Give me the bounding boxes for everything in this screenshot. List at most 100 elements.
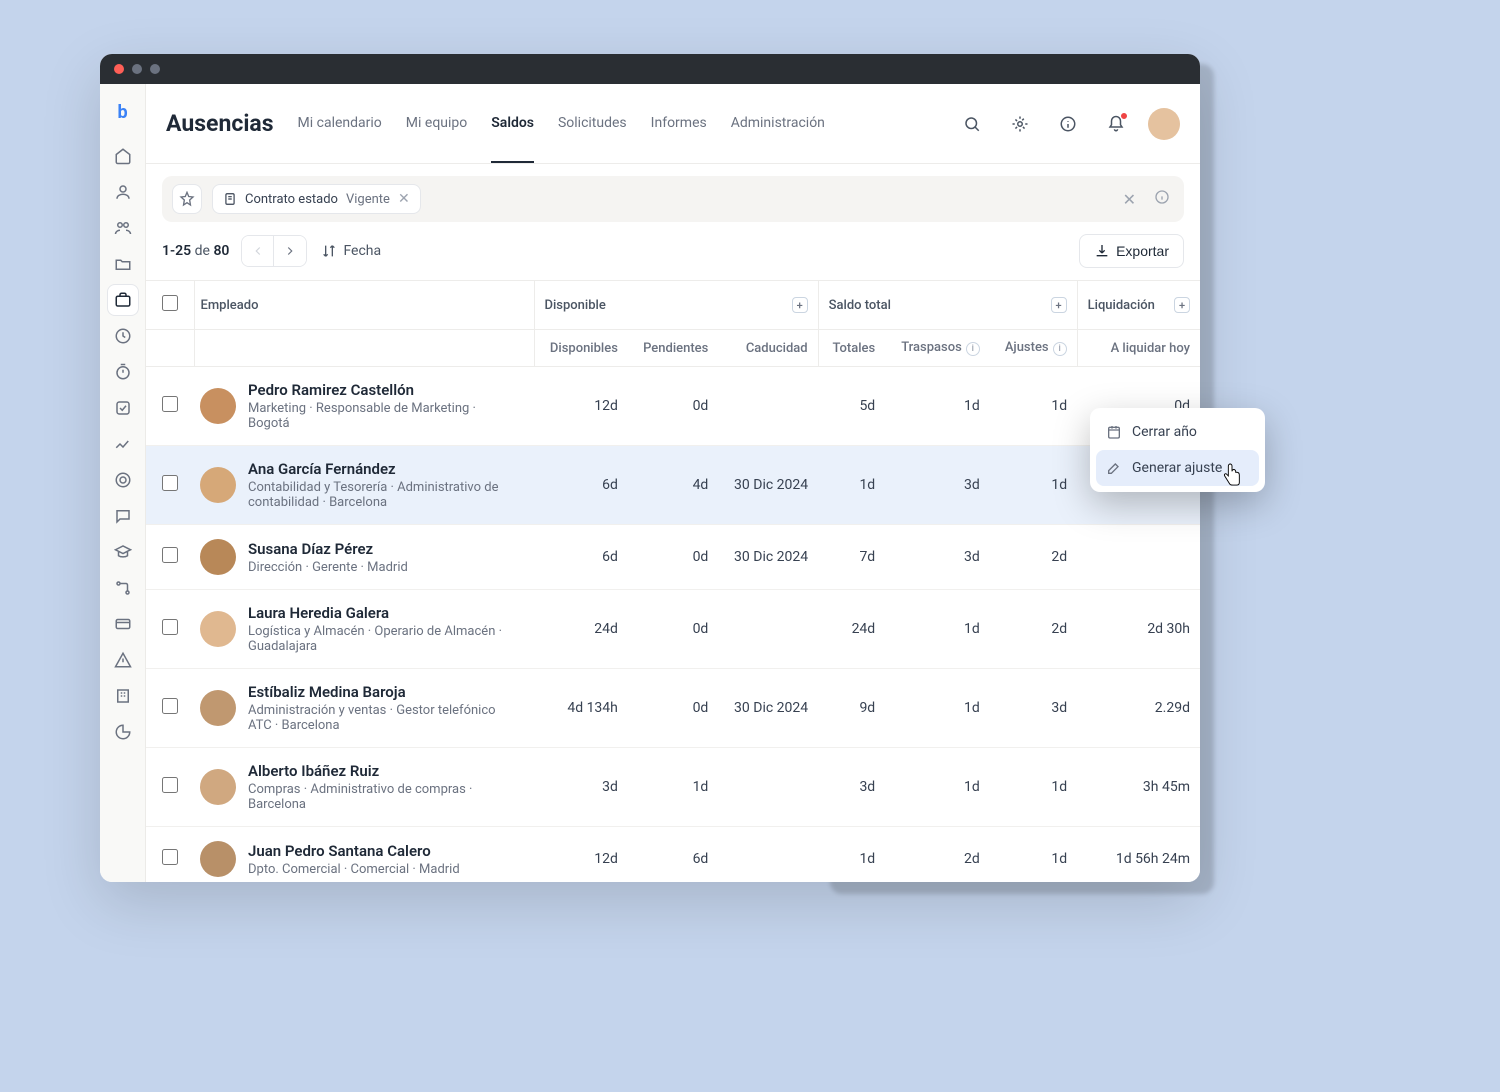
col-a-liquidar[interactable]: A liquidar hoy <box>1077 330 1200 367</box>
employee-name: Estíbaliz Medina Baroja <box>248 683 518 701</box>
table-row[interactable]: Susana Díaz Pérez Dirección · Gerente · … <box>146 525 1200 590</box>
expand-disponible-icon[interactable]: + <box>792 297 808 313</box>
window-close-dot[interactable] <box>114 64 124 74</box>
expand-saldo-icon[interactable]: + <box>1051 297 1067 313</box>
row-checkbox[interactable] <box>162 698 178 714</box>
tab-saldos[interactable]: Saldos <box>491 84 534 163</box>
cell-caducidad <box>718 590 818 669</box>
target-icon[interactable] <box>107 464 139 496</box>
col-traspasos[interactable]: Traspasosi <box>885 330 990 367</box>
folder-icon[interactable] <box>107 248 139 280</box>
calendar-icon <box>1106 424 1122 440</box>
info-icon[interactable] <box>1150 185 1174 213</box>
row-checkbox[interactable] <box>162 547 178 563</box>
cell-ajustes: 2d <box>990 525 1077 590</box>
expand-liquidacion-icon[interactable]: + <box>1174 297 1190 313</box>
table-row[interactable]: Alberto Ibáñez Ruiz Compras · Administra… <box>146 748 1200 827</box>
cell-caducidad: 30 Dic 2024 <box>718 669 818 748</box>
employee-subtitle: Marketing · Responsable de Marketing · B… <box>248 401 518 431</box>
tab-mi-equipo[interactable]: Mi equipo <box>406 84 467 163</box>
row-checkbox[interactable] <box>162 475 178 491</box>
cell-disponibles: 24d <box>534 590 628 669</box>
clock-icon[interactable] <box>107 320 139 352</box>
tabs: Mi calendario Mi equipo Saldos Solicitud… <box>298 84 825 163</box>
tab-mi-calendario[interactable]: Mi calendario <box>298 84 382 163</box>
cell-traspasos: 1d <box>885 748 990 827</box>
info-traspasos-icon[interactable]: i <box>966 342 980 356</box>
filter-value: Vigente <box>346 192 390 207</box>
table-row[interactable]: Pedro Ramirez Castellón Marketing · Resp… <box>146 367 1200 446</box>
route-icon[interactable] <box>107 572 139 604</box>
table-row[interactable]: Estíbaliz Medina Baroja Administración y… <box>146 669 1200 748</box>
clear-filters-icon[interactable]: ✕ <box>1119 186 1140 213</box>
edit-icon <box>1106 460 1122 476</box>
sort-button[interactable]: Fecha <box>319 239 383 263</box>
cell-pendientes: 1d <box>628 748 718 827</box>
user-avatar[interactable] <box>1148 108 1180 140</box>
cell-traspasos: 1d <box>885 590 990 669</box>
logo[interactable]: b <box>107 96 139 128</box>
cell-totales: 1d <box>818 827 885 883</box>
pie-icon[interactable] <box>107 716 139 748</box>
generate-adjust-option[interactable]: Generar ajuste <box>1096 450 1259 486</box>
col-disponibles[interactable]: Disponibles <box>534 330 628 367</box>
employee-avatar <box>200 611 236 647</box>
filter-chip[interactable]: Contrato estado Vigente ✕ <box>212 184 421 214</box>
briefcase-icon[interactable] <box>107 284 139 316</box>
table-row[interactable]: Ana García Fernández Contabilidad y Teso… <box>146 446 1200 525</box>
filter-bar: Contrato estado Vigente ✕ ✕ <box>162 176 1184 222</box>
cell-pendientes: 0d <box>628 669 718 748</box>
col-pendientes[interactable]: Pendientes <box>628 330 718 367</box>
cell-totales: 7d <box>818 525 885 590</box>
timer-icon[interactable] <box>107 356 139 388</box>
cell-disponibles: 3d <box>534 748 628 827</box>
row-checkbox[interactable] <box>162 849 178 865</box>
bell-icon[interactable] <box>1100 108 1132 140</box>
people-icon[interactable] <box>107 212 139 244</box>
tab-informes[interactable]: Informes <box>651 84 707 163</box>
cell-totales: 9d <box>818 669 885 748</box>
table-row[interactable]: Laura Heredia Galera Logística y Almacén… <box>146 590 1200 669</box>
gear-icon[interactable] <box>1004 108 1036 140</box>
table-row[interactable]: Juan Pedro Santana Calero Dpto. Comercia… <box>146 827 1200 883</box>
select-all-checkbox[interactable] <box>162 295 178 311</box>
col-empleado[interactable]: Empleado <box>194 281 534 330</box>
next-page-button[interactable] <box>274 236 306 266</box>
tab-administracion[interactable]: Administración <box>731 84 825 163</box>
alert-icon[interactable] <box>107 644 139 676</box>
cell-caducidad <box>718 827 818 883</box>
prev-page-button[interactable] <box>242 236 274 266</box>
col-ajustes[interactable]: Ajustesi <box>990 330 1077 367</box>
cell-totales: 5d <box>818 367 885 446</box>
row-checkbox[interactable] <box>162 396 178 412</box>
home-icon[interactable] <box>107 140 139 172</box>
window-max-dot[interactable] <box>150 64 160 74</box>
help-icon[interactable] <box>1052 108 1084 140</box>
tab-solicitudes[interactable]: Solicitudes <box>558 84 627 163</box>
employee-subtitle: Dpto. Comercial · Comercial · Madrid <box>248 862 460 877</box>
row-checkbox[interactable] <box>162 777 178 793</box>
cell-liquidar: 2d 30h <box>1077 590 1200 669</box>
favorite-button[interactable] <box>172 184 202 214</box>
check-box-icon[interactable] <box>107 392 139 424</box>
cell-pendientes: 0d <box>628 367 718 446</box>
cell-ajustes: 1d <box>990 446 1077 525</box>
person-icon[interactable] <box>107 176 139 208</box>
col-caducidad[interactable]: Caducidad <box>718 330 818 367</box>
search-icon[interactable] <box>956 108 988 140</box>
col-totales[interactable]: Totales <box>818 330 885 367</box>
chart-icon[interactable] <box>107 428 139 460</box>
cell-traspasos: 2d <box>885 827 990 883</box>
chat-icon[interactable] <box>107 500 139 532</box>
window-min-dot[interactable] <box>132 64 142 74</box>
download-icon <box>1094 243 1110 259</box>
building-icon[interactable] <box>107 680 139 712</box>
export-button[interactable]: Exportar <box>1079 234 1184 268</box>
close-year-option[interactable]: Cerrar año <box>1096 414 1259 450</box>
pagination-range: 1-25 de 80 <box>162 243 229 259</box>
row-checkbox[interactable] <box>162 619 178 635</box>
card-icon[interactable] <box>107 608 139 640</box>
filter-remove-icon[interactable]: ✕ <box>398 191 410 207</box>
info-ajustes-icon[interactable]: i <box>1053 342 1067 356</box>
grad-cap-icon[interactable] <box>107 536 139 568</box>
